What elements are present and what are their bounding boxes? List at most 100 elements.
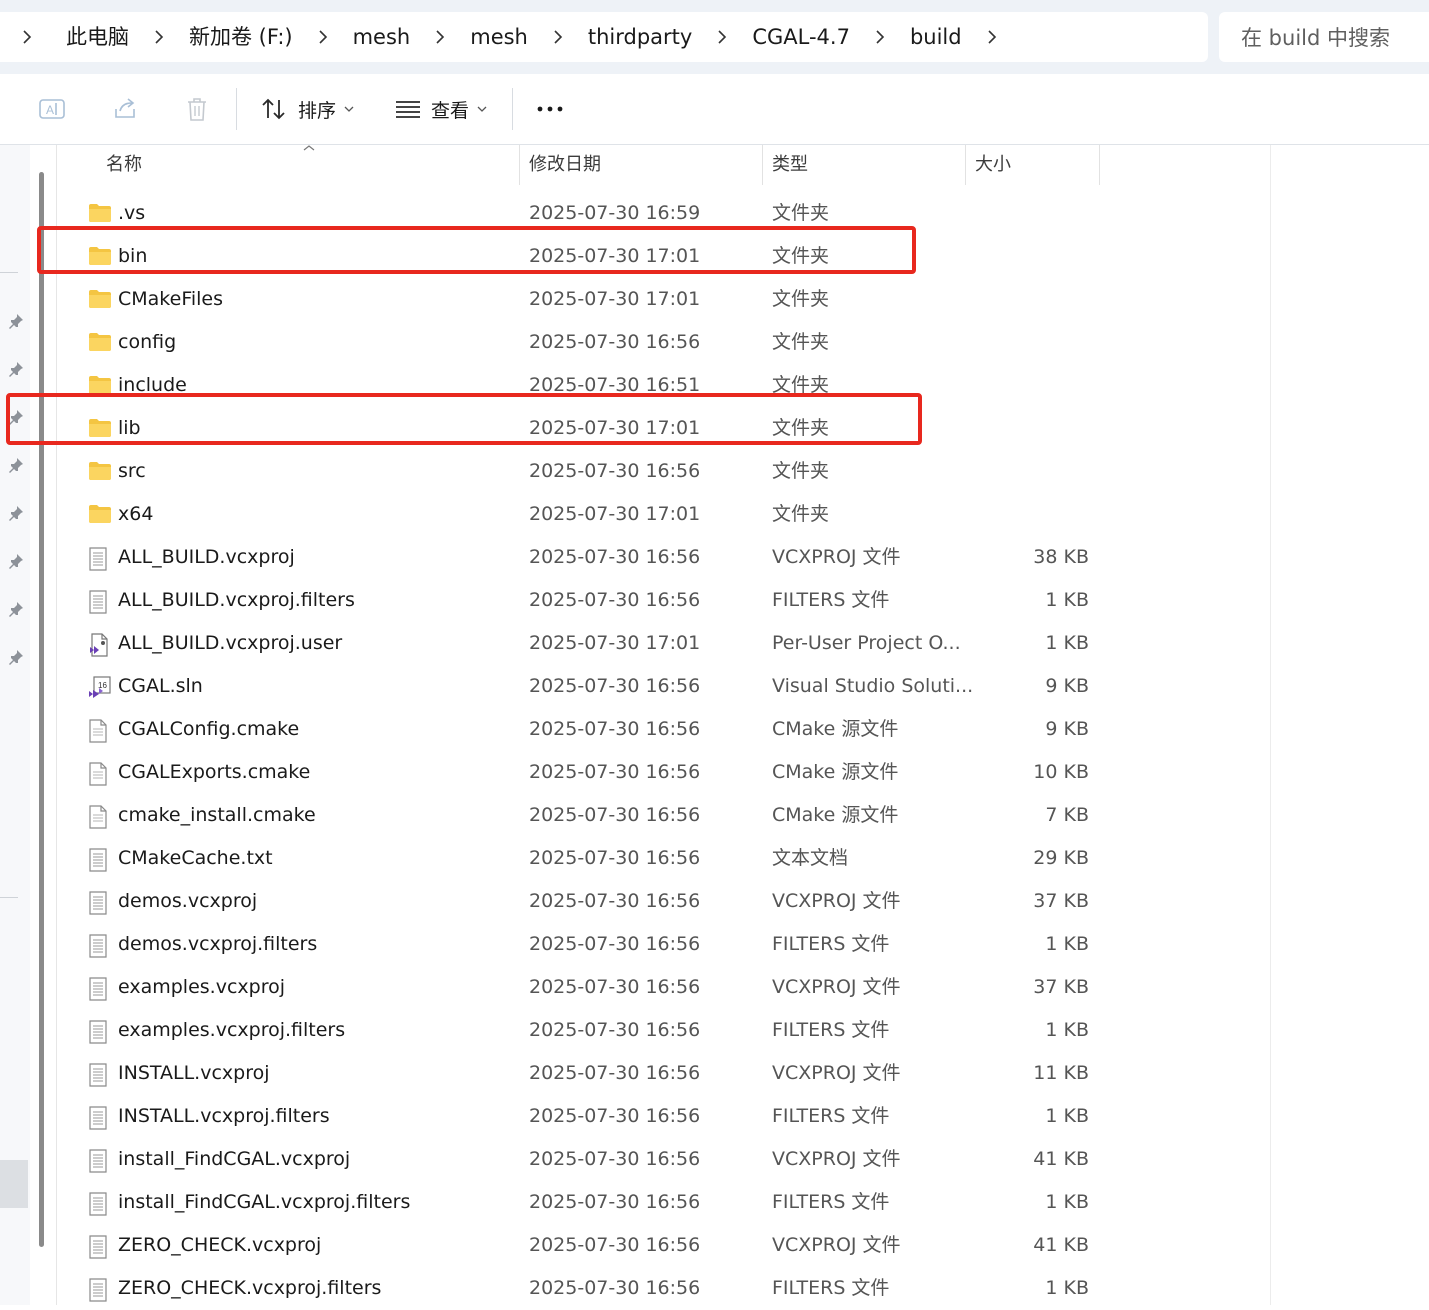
file-row[interactable]: 16 CGAL.sln 2025-07-30 16:56 Visual Studio …: [60, 665, 1100, 708]
file-row[interactable]: ZERO_CHECK.vcxproj.filters 2025-07-30 16:…: [60, 1267, 1100, 1310]
pin-icon[interactable]: [8, 409, 24, 425]
column-header-size[interactable]: 大小: [975, 145, 1011, 185]
file-icon: [88, 590, 112, 614]
file-row[interactable]: install_FindCGAL.vcxproj.filters 2025-07-…: [60, 1181, 1100, 1224]
file-icon: [88, 1063, 112, 1087]
file-row[interactable]: CGALExports.cmake 2025-07-30 16:56 CMake 源…: [60, 751, 1100, 794]
chevron-right-icon[interactable]: [862, 12, 898, 62]
folder-icon: [88, 418, 112, 440]
file-row[interactable]: CMakeFiles 2025-07-30 17:01 文件夹: [60, 278, 1100, 321]
chevron-right-icon[interactable]: [974, 12, 1010, 62]
column-header-date[interactable]: 修改日期: [529, 145, 601, 185]
file-type: 文件夹: [772, 202, 830, 224]
file-icon: [88, 1020, 112, 1044]
column-divider[interactable]: [762, 145, 763, 185]
sort-button[interactable]: 排序: [260, 74, 354, 144]
column-header-name[interactable]: 名称: [106, 145, 142, 185]
file-date: 2025-07-30 16:56: [529, 718, 701, 740]
file-size: 1 KB: [1045, 1277, 1089, 1299]
file-date: 2025-07-30 17:01: [529, 503, 701, 525]
file-row[interactable]: examples.vcxproj 2025-07-30 16:56 VCXPROJ …: [60, 966, 1100, 1009]
file-row[interactable]: bin 2025-07-30 17:01 文件夹: [60, 235, 1100, 278]
file-row[interactable]: demos.vcxproj 2025-07-30 16:56 VCXPROJ 文件 3…: [60, 880, 1100, 923]
search-box[interactable]: 在 build 中搜索: [1219, 12, 1429, 62]
chevron-right-icon[interactable]: [141, 12, 177, 62]
address-bar[interactable]: 此电脑 新加卷 (F:) mesh mesh thirdparty CGAL-4.7 bui…: [0, 12, 1208, 62]
pin-icon[interactable]: [8, 649, 24, 665]
file-name: ALL_BUILD.vcxproj.user: [118, 632, 343, 654]
file-type: FILTERS 文件: [772, 1277, 890, 1299]
file-size: 1 KB: [1045, 1191, 1089, 1213]
share-button[interactable]: [112, 74, 140, 144]
file-row[interactable]: config 2025-07-30 16:56 文件夹: [60, 321, 1100, 364]
file-row[interactable]: ALL_BUILD.vcxproj.filters 2025-07-30 16:5…: [60, 579, 1100, 622]
chevron-right-icon[interactable]: [305, 12, 341, 62]
file-row[interactable]: ALL_BUILD.vcxproj.user 2025-07-30 17:01 Pe…: [60, 622, 1100, 665]
pin-icon[interactable]: [8, 601, 24, 617]
text-file-icon: [88, 805, 112, 829]
pane-splitter[interactable]: [56, 145, 57, 1305]
file-icon: [88, 977, 112, 1001]
pin-icon[interactable]: [8, 361, 24, 377]
chevron-right-icon[interactable]: [540, 12, 576, 62]
file-size: [980, 321, 1089, 364]
file-row[interactable]: lib 2025-07-30 17:01 文件夹: [60, 407, 1100, 450]
column-divider[interactable]: [519, 145, 520, 185]
nav-selected-item[interactable]: [0, 1160, 28, 1208]
nav-scrollbar[interactable]: [39, 172, 44, 1247]
file-row[interactable]: x64 2025-07-30 17:01 文件夹: [60, 493, 1100, 536]
file-row[interactable]: include 2025-07-30 16:51 文件夹: [60, 364, 1100, 407]
folder-icon: [88, 246, 112, 268]
file-type: 文件夹: [772, 460, 830, 482]
pin-icon[interactable]: [8, 505, 24, 521]
vs-user-file-icon: [88, 633, 112, 657]
column-divider[interactable]: [965, 145, 966, 185]
file-row[interactable]: ALL_BUILD.vcxproj 2025-07-30 16:56 VCXPROJ…: [60, 536, 1100, 579]
rename-button[interactable]: A: [38, 74, 66, 144]
breadcrumb-item[interactable]: mesh: [458, 12, 540, 62]
file-row[interactable]: src 2025-07-30 16:56 文件夹: [60, 450, 1100, 493]
file-date: 2025-07-30 16:56: [529, 1148, 701, 1170]
file-type: VCXPROJ 文件: [772, 976, 901, 998]
search-placeholder: 在 build 中搜索: [1241, 26, 1390, 50]
more-options-button[interactable]: [536, 74, 564, 144]
delete-button[interactable]: [184, 74, 210, 144]
pin-icon[interactable]: [8, 313, 24, 329]
file-type: VCXPROJ 文件: [772, 1148, 901, 1170]
chevron-right-icon[interactable]: [0, 12, 54, 62]
file-size: [980, 493, 1089, 536]
breadcrumb-item[interactable]: 新加卷 (F:): [177, 12, 305, 62]
column-divider[interactable]: [1099, 145, 1100, 185]
file-size: [980, 235, 1089, 278]
chevron-right-icon[interactable]: [704, 12, 740, 62]
file-name: INSTALL.vcxproj.filters: [118, 1105, 330, 1127]
breadcrumb-item[interactable]: mesh: [341, 12, 423, 62]
column-header-type[interactable]: 类型: [772, 145, 808, 185]
file-row[interactable]: demos.vcxproj.filters 2025-07-30 16:56 FIL…: [60, 923, 1100, 966]
file-type: CMake 源文件: [772, 804, 899, 826]
file-row[interactable]: ZERO_CHECK.vcxproj 2025-07-30 16:56 VCXPRO…: [60, 1224, 1100, 1267]
file-size: 10 KB: [1033, 761, 1089, 783]
file-date: 2025-07-30 16:56: [529, 331, 701, 353]
file-name: INSTALL.vcxproj: [118, 1062, 270, 1084]
file-row[interactable]: INSTALL.vcxproj.filters 2025-07-30 16:56 F…: [60, 1095, 1100, 1138]
file-row[interactable]: examples.vcxproj.filters 2025-07-30 16:56…: [60, 1009, 1100, 1052]
chevron-right-icon[interactable]: [422, 12, 458, 62]
file-icon: [88, 848, 112, 872]
breadcrumb-item[interactable]: thirdparty: [576, 12, 704, 62]
pin-icon[interactable]: [8, 553, 24, 569]
file-date: 2025-07-30 16:56: [529, 1277, 701, 1299]
file-row[interactable]: cmake_install.cmake 2025-07-30 16:56 CMake…: [60, 794, 1100, 837]
file-row[interactable]: CGALConfig.cmake 2025-07-30 16:56 CMake 源文…: [60, 708, 1100, 751]
file-size: 37 KB: [1033, 976, 1089, 998]
pin-icon[interactable]: [8, 457, 24, 473]
breadcrumb-item[interactable]: build: [898, 12, 974, 62]
breadcrumb-item[interactable]: 此电脑: [54, 12, 141, 62]
file-row[interactable]: install_FindCGAL.vcxproj 2025-07-30 16:56…: [60, 1138, 1100, 1181]
view-button[interactable]: 查看: [395, 74, 487, 144]
file-row[interactable]: INSTALL.vcxproj 2025-07-30 16:56 VCXPROJ 文…: [60, 1052, 1100, 1095]
file-row[interactable]: .vs 2025-07-30 16:59 文件夹: [60, 192, 1100, 235]
breadcrumb-item[interactable]: CGAL-4.7: [740, 12, 862, 62]
file-date: 2025-07-30 17:01: [529, 288, 701, 310]
file-row[interactable]: CMakeCache.txt 2025-07-30 16:56 文本文档 29 KB: [60, 837, 1100, 880]
